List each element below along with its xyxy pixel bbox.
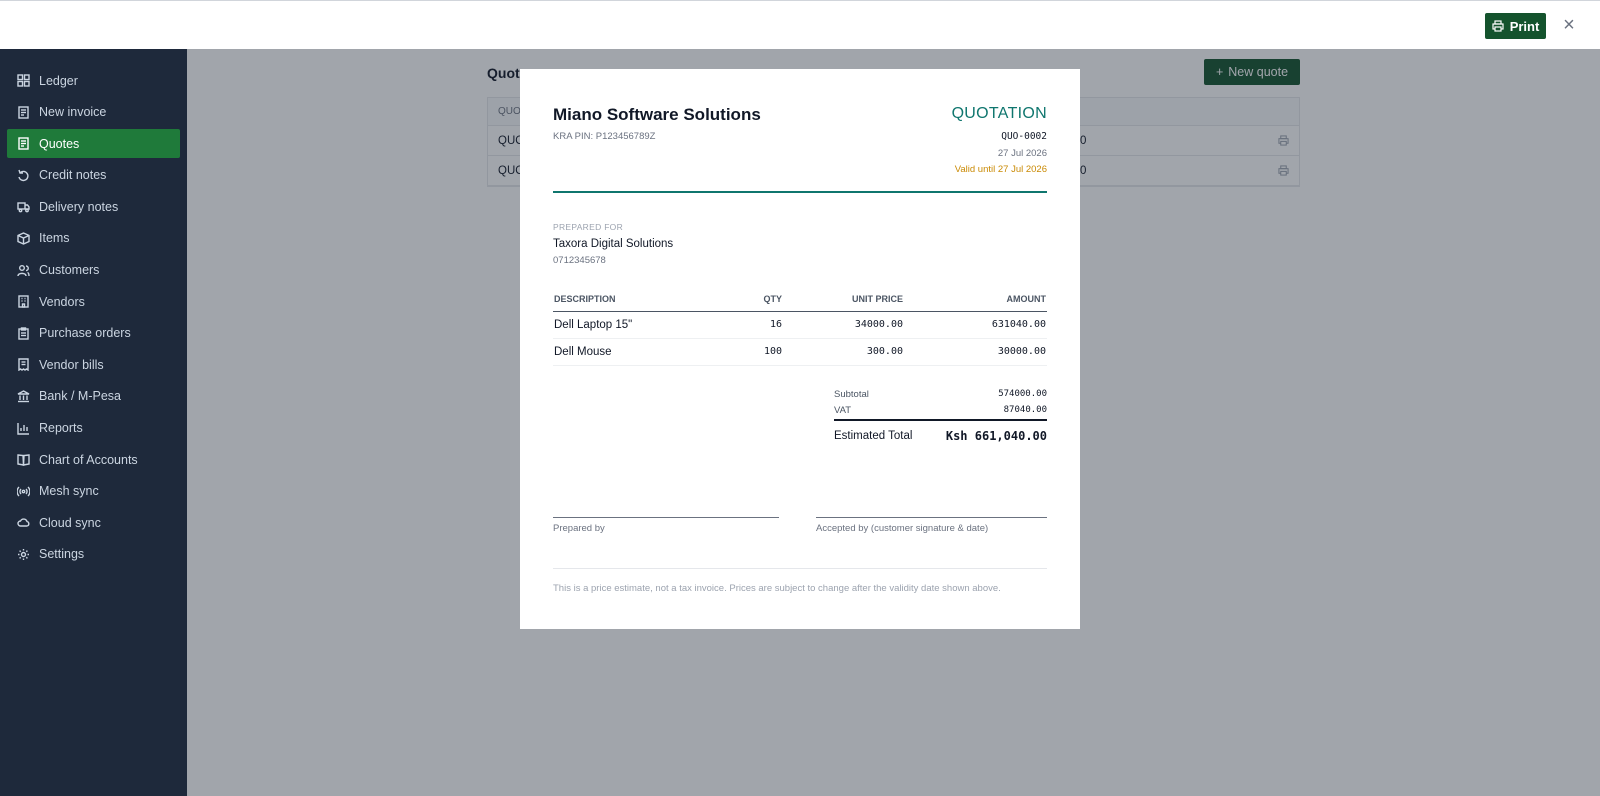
sidebar-item-mesh-sync[interactable]: Mesh sync xyxy=(7,477,180,506)
item-amount: 631040.00 xyxy=(904,311,1047,339)
sidebar-item-label: Reports xyxy=(39,421,83,436)
sidebar-item-items[interactable]: Items xyxy=(7,224,180,253)
quote-number: QUO-0002 xyxy=(1001,131,1047,142)
item-unit-price: 300.00 xyxy=(783,338,904,366)
table-row: Dell Mouse 100 300.00 30000.00 xyxy=(553,338,1047,366)
printer-icon xyxy=(1492,20,1504,32)
book-icon xyxy=(17,454,30,466)
document-icon xyxy=(18,137,29,150)
sidebar-item-reports[interactable]: Reports xyxy=(7,414,180,443)
sidebar-item-label: Delivery notes xyxy=(39,199,119,214)
sidebar-item-vendors[interactable]: Vendors xyxy=(7,287,180,316)
vat-row: VAT 87040.00 xyxy=(834,402,1047,418)
vat-label: VAT xyxy=(834,404,852,416)
sidebar-item-label: Cloud sync xyxy=(39,515,101,530)
subtotal-row: Subtotal 574000.00 xyxy=(834,386,1047,402)
sidebar-item-label: Customers xyxy=(39,263,100,278)
customer-phone: 0712345678 xyxy=(553,255,606,266)
close-icon[interactable]: × xyxy=(1560,15,1578,35)
sidebar-item-vendor-bills[interactable]: Vendor bills xyxy=(7,350,180,379)
grid-icon xyxy=(17,74,30,87)
clipboard-icon xyxy=(18,327,29,340)
sidebar-item-quotes[interactable]: Quotes xyxy=(7,129,180,159)
sidebar-item-label: Items xyxy=(39,231,70,246)
line-items-table: DESCRIPTION QTY UNIT PRICE AMOUNT Dell L… xyxy=(553,287,1047,366)
item-description: Dell Mouse xyxy=(553,338,733,366)
customer-name: Taxora Digital Solutions xyxy=(553,238,674,250)
total-value: Ksh 661,040.00 xyxy=(945,428,1047,443)
cloud-icon xyxy=(17,518,30,528)
prepared-for-label: PREPARED FOR xyxy=(553,222,624,232)
sidebar-item-label: Credit notes xyxy=(39,168,107,183)
column-header-description: DESCRIPTION xyxy=(553,287,733,312)
sidebar-item-ledger[interactable]: Ledger xyxy=(7,66,180,95)
table-row: Dell Laptop 15" 16 34000.00 631040.00 xyxy=(553,311,1047,339)
sidebar-item-cloud-sync[interactable]: Cloud sync xyxy=(7,508,180,537)
item-qty: 100 xyxy=(733,338,783,366)
vat-value: 87040.00 xyxy=(1003,405,1047,415)
kra-pin: KRA PIN: P123456789Z xyxy=(553,131,656,142)
print-button[interactable]: Print xyxy=(1485,13,1546,39)
receipt-icon xyxy=(18,358,29,372)
item-unit-price: 34000.00 xyxy=(783,311,904,339)
valid-until: Valid until 27 Jul 2026 xyxy=(954,164,1047,175)
header-divider xyxy=(553,191,1047,193)
sidebar-item-label: Ledger xyxy=(39,73,78,88)
accepted-by-line xyxy=(816,517,1047,518)
sidebar-item-label: Settings xyxy=(39,547,85,562)
sidebar-item-label: Vendors xyxy=(39,294,85,309)
undo-icon xyxy=(18,169,29,181)
sidebar-item-label: Bank / M-Pesa xyxy=(39,389,121,404)
sidebar-item-label: Quotes xyxy=(39,136,80,151)
total-label: Estimated Total xyxy=(834,429,913,442)
company-name: Miano Software Solutions xyxy=(553,105,761,124)
sidebar-item-label: New invoice xyxy=(39,105,107,120)
column-header-qty: QTY xyxy=(733,287,783,312)
sidebar-item-settings[interactable]: Settings xyxy=(7,540,180,569)
sidebar-item-bank-mpesa[interactable]: Bank / M-Pesa xyxy=(7,382,180,411)
subtotal-label: Subtotal xyxy=(834,388,869,400)
column-header-amount: AMOUNT xyxy=(904,287,1047,312)
sidebar-item-label: Chart of Accounts xyxy=(39,452,138,467)
bar-chart-icon xyxy=(17,422,29,435)
sidebar: Ledger New invoice Quotes Credit notes D… xyxy=(0,49,187,796)
prepared-by-line xyxy=(553,517,779,518)
totals-divider xyxy=(834,419,1047,421)
accepted-by-label: Accepted by (customer signature & date) xyxy=(816,523,989,534)
gear-icon xyxy=(18,548,29,560)
document-icon xyxy=(18,105,29,119)
quote-date: 27 Jul 2026 xyxy=(997,148,1047,159)
sidebar-item-new-invoice[interactable]: New invoice xyxy=(7,98,180,127)
document-title: QUOTATION xyxy=(951,105,1047,122)
footer-divider xyxy=(553,568,1047,569)
table-header: DESCRIPTION QTY UNIT PRICE AMOUNT xyxy=(553,287,1047,312)
item-description: Dell Laptop 15" xyxy=(553,311,733,339)
building-icon xyxy=(18,295,29,308)
truck-icon xyxy=(17,202,30,213)
bank-icon xyxy=(17,390,30,403)
sidebar-item-purchase-orders[interactable]: Purchase orders xyxy=(7,319,180,348)
footnote: This is a price estimate, not a tax invo… xyxy=(553,583,1001,594)
quotation-preview: Miano Software Solutions KRA PIN: P12345… xyxy=(520,69,1080,629)
prepared-by-label: Prepared by xyxy=(553,523,605,534)
sidebar-item-chart-of-accounts[interactable]: Chart of Accounts xyxy=(7,445,180,474)
box-icon xyxy=(17,232,30,245)
sidebar-item-label: Mesh sync xyxy=(39,484,99,499)
print-label: Print xyxy=(1509,18,1540,34)
subtotal-value: 574000.00 xyxy=(998,389,1047,399)
totals-block: Subtotal 574000.00 VAT 87040.00 Estimate… xyxy=(834,386,1047,447)
sidebar-item-label: Vendor bills xyxy=(39,357,104,372)
item-qty: 16 xyxy=(733,311,783,339)
column-header-unit-price: UNIT PRICE xyxy=(783,287,904,312)
top-bar: Print × xyxy=(0,0,1600,49)
sidebar-item-customers[interactable]: Customers xyxy=(7,256,180,285)
sidebar-item-delivery-notes[interactable]: Delivery notes xyxy=(7,192,180,221)
sidebar-item-label: Purchase orders xyxy=(39,326,131,341)
item-amount: 30000.00 xyxy=(904,338,1047,366)
sidebar-item-credit-notes[interactable]: Credit notes xyxy=(7,161,180,190)
total-row: Estimated Total Ksh 661,040.00 xyxy=(834,425,1047,447)
broadcast-icon xyxy=(17,486,30,497)
users-icon xyxy=(17,264,30,276)
